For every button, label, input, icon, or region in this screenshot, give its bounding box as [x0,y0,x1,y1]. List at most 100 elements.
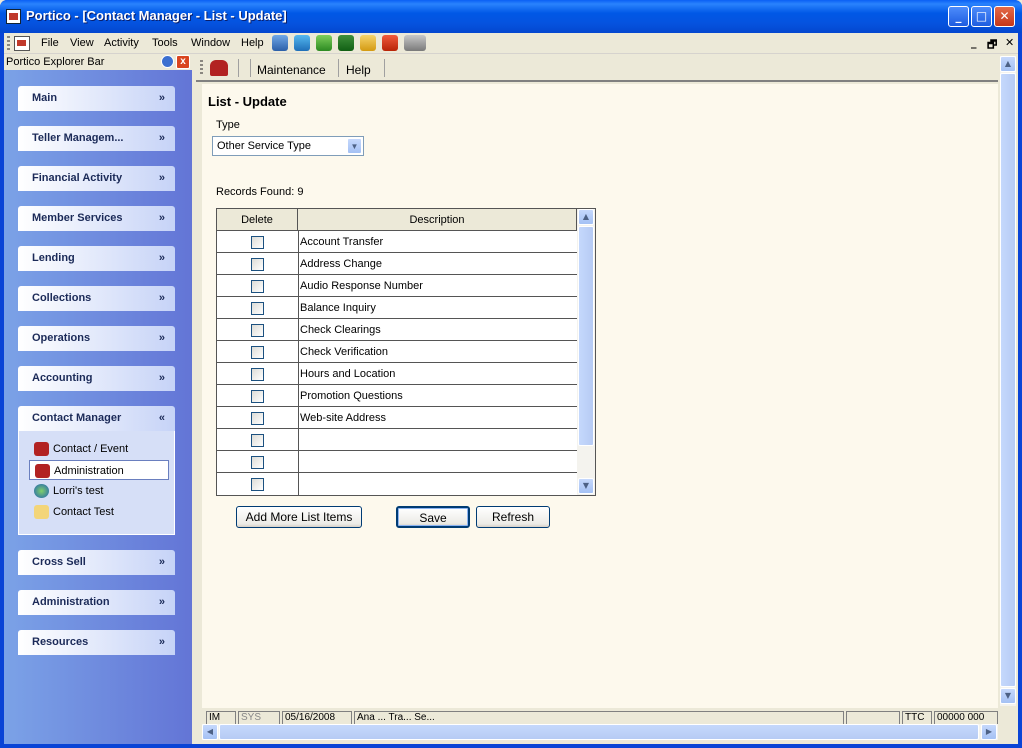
delete-checkbox[interactable] [251,390,264,403]
main-panel: Maintenance Help List - Update Type Othe… [196,54,1018,744]
printer-icon[interactable] [404,35,426,51]
group-accounting[interactable]: Accounting » [18,366,175,391]
delete-checkbox[interactable] [251,478,264,491]
status-panel: TTC [902,711,932,724]
column-delete[interactable]: Delete [217,209,298,231]
group-cross-sell[interactable]: Cross Sell » [18,550,175,575]
column-description[interactable]: Description [298,209,577,231]
type-select-value: Other Service Type [217,140,311,152]
nav-contact-test[interactable]: Contact Test [29,502,169,522]
redo-arrow-icon[interactable] [382,35,398,51]
group-administration[interactable]: Administration » [18,590,175,615]
phone-icon[interactable] [210,60,228,76]
menu-tools[interactable]: Tools [152,37,178,49]
chevron-down-icon[interactable]: ▼ [347,138,362,154]
group-teller-management[interactable]: Teller Managem... » [18,126,175,151]
group-member-services[interactable]: Member Services » [18,206,175,231]
horizontal-scrollbar[interactable]: ◀ ▶ [202,724,998,740]
scroll-thumb[interactable] [1000,73,1016,687]
explorer-close-button[interactable]: x [176,55,190,69]
delete-checkbox[interactable] [251,302,264,315]
group-label: Main [32,92,58,104]
scroll-thumb[interactable] [578,226,594,446]
delete-checkbox[interactable] [251,346,264,359]
cash-icon[interactable] [338,35,354,51]
grip-handle[interactable] [7,36,10,51]
group-financial-activity[interactable]: Financial Activity » [18,166,175,191]
add-more-list-items-button[interactable]: Add More List Items [236,506,362,528]
description-cell[interactable] [298,429,577,451]
delete-checkbox[interactable] [251,368,264,381]
document-icon[interactable] [14,36,30,51]
status-panel: Ana ... Tra... Se... [354,711,844,724]
mdi-minimize-button[interactable]: _ [971,36,977,49]
delete-checkbox[interactable] [251,324,264,337]
help-menu[interactable]: Help [346,63,371,77]
description-cell[interactable]: Address Change [298,253,577,275]
menu-view[interactable]: View [70,37,94,49]
menu-window[interactable]: Window [191,37,230,49]
chevron-up-icon[interactable]: ▲ [578,209,594,225]
chevron-left-icon[interactable]: ◀ [202,724,218,740]
delete-checkbox[interactable] [251,412,264,425]
grid-scrollbar[interactable]: ▲ ▼ [577,209,595,495]
delete-checkbox[interactable] [251,456,264,469]
menu-activity[interactable]: Activity [104,37,139,49]
group-main[interactable]: Main » [18,86,175,111]
nav-administration[interactable]: Administration [29,460,169,480]
chevron-down-icon[interactable]: ▼ [578,478,594,494]
description-cell[interactable] [298,473,577,495]
group-resources[interactable]: Resources » [18,630,175,655]
nav-contact-event[interactable]: Contact / Event [29,439,169,459]
delete-checkbox[interactable] [251,280,264,293]
save-button[interactable]: Save [396,506,470,528]
group-label: Contact Manager [32,412,122,424]
scroll-thumb[interactable] [219,724,979,740]
minimize-button[interactable]: _ [948,6,969,27]
description-cell[interactable]: Audio Response Number [298,275,577,297]
table-row: Hours and Location [217,363,577,385]
nav-lorris-test[interactable]: Lorri's test [29,481,169,501]
maintenance-menu[interactable]: Maintenance [257,63,326,77]
money-icon[interactable] [316,35,332,51]
group-label: Financial Activity [32,172,123,184]
type-select[interactable]: Other Service Type ▼ [212,136,364,156]
close-button[interactable]: ✕ [994,6,1015,27]
link-icon[interactable] [294,35,310,51]
description-cell[interactable]: Account Transfer [298,231,577,253]
description-cell[interactable]: Check Clearings [298,319,577,341]
delete-checkbox[interactable] [251,258,264,271]
delete-checkbox[interactable] [251,434,264,447]
records-label-text: Records Found: [216,186,295,198]
title-bar[interactable]: Portico - [Contact Manager - List - Upda… [0,0,1022,33]
computers-icon[interactable] [272,35,288,51]
description-cell[interactable]: Promotion Questions [298,385,577,407]
group-lending[interactable]: Lending » [18,246,175,271]
chevron-down-icon[interactable]: ▼ [1000,688,1016,704]
separator [338,59,339,77]
mdi-close-button[interactable]: ✕ [1005,36,1014,49]
bag-icon[interactable] [360,35,376,51]
menu-file[interactable]: File [41,37,59,49]
description-cell[interactable] [298,451,577,473]
maximize-button[interactable]: □ [971,6,992,27]
window-title: Portico - [Contact Manager - List - Upda… [26,8,287,23]
main-vertical-scrollbar[interactable]: ▲ ▼ [1000,56,1016,706]
group-contact-manager[interactable]: Contact Manager « [18,406,175,431]
group-label: Cross Sell [32,556,86,568]
status-panel [846,711,900,724]
description-cell[interactable]: Check Verification [298,341,577,363]
chevron-right-icon[interactable]: ▶ [981,724,997,740]
grip-handle[interactable] [200,60,203,75]
description-cell[interactable]: Balance Inquiry [298,297,577,319]
chevron-up-icon[interactable]: ▲ [1000,56,1016,72]
mdi-restore-button[interactable]: 🗗 [987,36,997,55]
description-cell[interactable]: Web-site Address [298,407,577,429]
delete-checkbox[interactable] [251,236,264,249]
menu-help[interactable]: Help [241,37,264,49]
group-collections[interactable]: Collections » [18,286,175,311]
group-operations[interactable]: Operations » [18,326,175,351]
refresh-button[interactable]: Refresh [476,506,550,528]
refresh-icon[interactable] [161,55,174,68]
description-cell[interactable]: Hours and Location [298,363,577,385]
